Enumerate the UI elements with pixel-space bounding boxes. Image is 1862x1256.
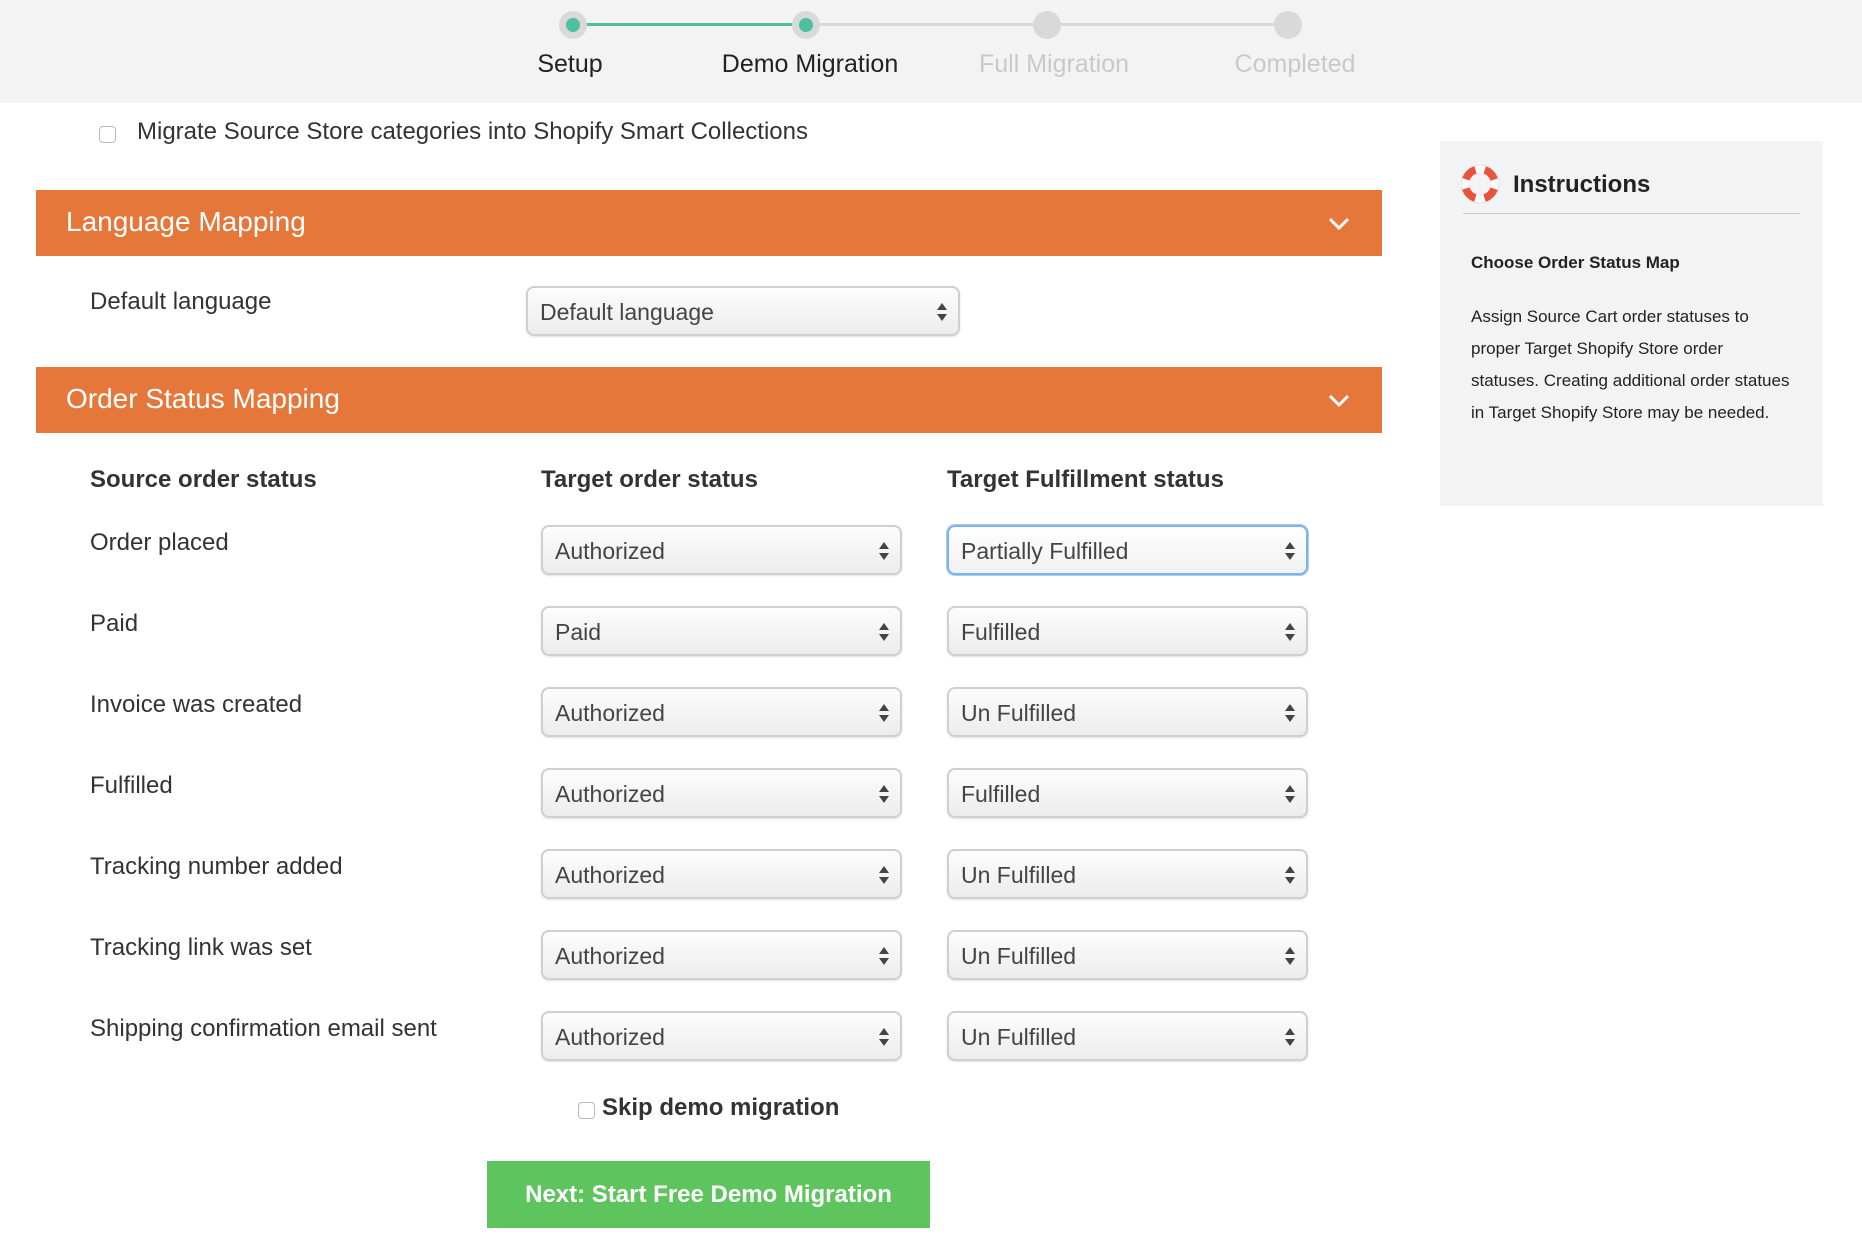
target-status-value: Authorized xyxy=(555,943,665,969)
fulfillment-status-value: Fulfilled xyxy=(961,781,1041,807)
fulfillment-status-value: Fulfilled xyxy=(961,619,1041,645)
target-status-column-header: Target order status xyxy=(541,466,758,493)
target-status-value: Authorized xyxy=(555,700,665,726)
source-status-column-header: Source order status xyxy=(90,466,317,493)
source-status-label: Shipping confirmation email sent xyxy=(90,1015,437,1042)
step-label-completed: Completed xyxy=(1234,50,1356,78)
stepper-progress xyxy=(573,23,806,26)
default-language-value: Default language xyxy=(540,299,714,325)
select-arrows-icon xyxy=(1285,704,1295,722)
order-status-mapping-header[interactable]: Order Status Mapping xyxy=(36,367,1382,433)
default-language-select[interactable]: Default language xyxy=(526,286,960,336)
target-status-select[interactable]: Paid xyxy=(541,606,902,656)
target-status-select[interactable]: Authorized xyxy=(541,930,902,980)
select-arrows-icon xyxy=(1285,785,1295,803)
fulfillment-status-value: Un Fulfilled xyxy=(961,1024,1077,1050)
source-status-label: Tracking link was set xyxy=(90,934,312,961)
select-arrows-icon xyxy=(879,542,889,560)
instructions-title: Instructions xyxy=(1513,171,1651,198)
select-arrows-icon xyxy=(879,704,889,722)
order-status-mapping-title: Order Status Mapping xyxy=(66,383,340,414)
source-status-label: Order placed xyxy=(90,529,229,556)
target-status-value: Authorized xyxy=(555,1024,665,1050)
instructions-panel: Instructions Choose Order Status Map Ass… xyxy=(1440,141,1823,506)
select-arrows-icon xyxy=(1285,866,1295,884)
select-arrows-icon xyxy=(937,303,947,321)
step-dot-full-migration xyxy=(1033,11,1061,39)
fulfillment-status-value: Partially Fulfilled xyxy=(961,538,1129,564)
target-status-select[interactable]: Authorized xyxy=(541,1011,902,1061)
select-arrows-icon xyxy=(879,623,889,641)
chevron-down-icon[interactable] xyxy=(1326,387,1352,413)
migration-stepper: Setup Demo Migration Full Migration Comp… xyxy=(0,0,1862,103)
fulfillment-status-column-header: Target Fulfillment status xyxy=(947,466,1224,493)
target-status-select[interactable]: Authorized xyxy=(541,687,902,737)
fulfillment-status-select[interactable]: Un Fulfilled xyxy=(947,687,1308,737)
language-mapping-title: Language Mapping xyxy=(66,206,306,237)
fulfillment-status-select[interactable]: Un Fulfilled xyxy=(947,1011,1308,1061)
source-status-label: Tracking number added xyxy=(90,853,343,880)
fulfillment-status-value: Un Fulfilled xyxy=(961,862,1077,888)
fulfillment-status-select[interactable]: Fulfilled xyxy=(947,606,1308,656)
select-arrows-icon xyxy=(879,1028,889,1046)
source-status-label: Paid xyxy=(90,610,139,637)
target-status-select[interactable]: Authorized xyxy=(541,768,902,818)
step-label-full-migration: Full Migration xyxy=(978,50,1130,78)
fulfillment-status-select[interactable]: Fulfilled xyxy=(947,768,1308,818)
start-demo-migration-button[interactable]: Next: Start Free Demo Migration xyxy=(487,1161,930,1228)
target-status-select[interactable]: Authorized xyxy=(541,849,902,899)
target-status-value: Authorized xyxy=(555,538,665,564)
select-arrows-icon xyxy=(1285,947,1295,965)
skip-demo-checkbox[interactable] xyxy=(578,1102,595,1119)
skip-demo-label: Skip demo migration xyxy=(602,1094,840,1121)
fulfillment-status-value: Un Fulfilled xyxy=(961,943,1077,969)
smart-collections-label: Migrate Source Store categories into Sho… xyxy=(137,118,808,145)
chevron-down-icon[interactable] xyxy=(1326,210,1352,236)
fulfillment-status-select[interactable]: Partially Fulfilled xyxy=(947,525,1308,575)
step-label-setup: Setup xyxy=(537,50,603,78)
source-status-label: Invoice was created xyxy=(90,691,303,718)
select-arrows-icon xyxy=(1285,542,1295,560)
smart-collections-checkbox[interactable] xyxy=(99,126,116,143)
fulfillment-status-select[interactable]: Un Fulfilled xyxy=(947,849,1308,899)
instructions-body: Assign Source Cart order statuses to pro… xyxy=(1471,307,1790,422)
step-dot-setup xyxy=(559,11,587,39)
step-dot-demo-migration xyxy=(792,11,820,39)
source-status-label: Fulfilled xyxy=(90,772,173,799)
step-label-demo-migration: Demo Migration xyxy=(721,50,899,78)
select-arrows-icon xyxy=(879,866,889,884)
lifebuoy-icon xyxy=(1461,165,1499,203)
select-arrows-icon xyxy=(1285,623,1295,641)
select-arrows-icon xyxy=(879,947,889,965)
instructions-subtitle: Choose Order Status Map xyxy=(1471,253,1680,272)
step-dot-completed xyxy=(1274,11,1302,39)
default-language-label: Default language xyxy=(90,288,272,315)
select-arrows-icon xyxy=(879,785,889,803)
fulfillment-status-select[interactable]: Un Fulfilled xyxy=(947,930,1308,980)
instructions-divider xyxy=(1463,213,1800,214)
target-status-value: Paid xyxy=(555,619,602,645)
target-status-value: Authorized xyxy=(555,781,665,807)
target-status-select[interactable]: Authorized xyxy=(541,525,902,575)
select-arrows-icon xyxy=(1285,1028,1295,1046)
fulfillment-status-value: Un Fulfilled xyxy=(961,700,1077,726)
target-status-value: Authorized xyxy=(555,862,665,888)
language-mapping-header[interactable]: Language Mapping xyxy=(36,190,1382,256)
